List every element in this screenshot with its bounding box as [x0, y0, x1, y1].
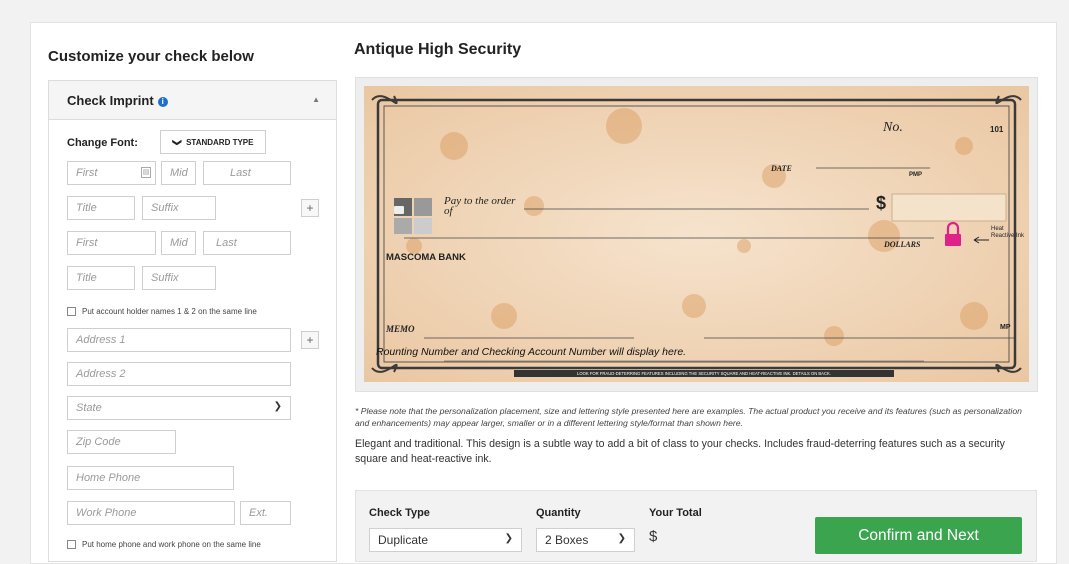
name1-suffix-input[interactable]: Suffix [142, 196, 216, 220]
check-design-title: Antique High Security [354, 41, 522, 58]
check-imprint-title: Check Imprint i [67, 93, 168, 108]
personalization-note: * Please note that the personalization p… [355, 406, 1022, 428]
check-number: 101 [990, 125, 1004, 134]
info-icon[interactable]: i [157, 97, 168, 107]
name2-last-input[interactable]: Last [203, 231, 291, 255]
check-imprint-header[interactable]: Check Imprint i ▲ [49, 81, 336, 120]
name1-title-input[interactable]: Title [67, 196, 135, 220]
name1-first-input[interactable]: First ▤ [67, 161, 156, 185]
check-preview: No. 101 DATE PMP Pay to the order of $ D… [355, 77, 1038, 392]
check-no-label: No. [883, 120, 903, 135]
name1-mid-input[interactable]: Mid [161, 161, 196, 185]
collapse-caret-icon[interactable]: ▲ [312, 95, 320, 104]
quantity-value: 2 Boxes [545, 533, 589, 547]
same-line-names-checkbox[interactable]: Put account holder names 1 & 2 on the sa… [67, 307, 257, 316]
name2-mid-input[interactable]: Mid [161, 231, 196, 255]
address1-input[interactable]: Address 1 [67, 328, 291, 352]
security-strip: LOOK FOR FRAUD-DETERRING FEATURES INCLUD… [577, 371, 831, 376]
add-name-icon[interactable]: + [301, 199, 319, 217]
name1-first-placeholder: First [76, 167, 98, 179]
bank-name: MASCOMA BANK [386, 252, 466, 263]
chevron-down-icon: ❯ [273, 401, 282, 412]
pay-to-label: Pay to the order of [444, 195, 516, 217]
check-type-select[interactable]: Duplicate ❯ [369, 528, 522, 552]
heat-reactive-label: Heat Reactive Ink [991, 226, 1025, 239]
quantity-label: Quantity [536, 507, 581, 519]
dollars-label: DOLLARS [884, 240, 921, 249]
work-phone-input[interactable]: Work Phone [67, 501, 235, 525]
checkbox-box[interactable] [67, 540, 76, 549]
name2-suffix-input[interactable]: Suffix [142, 266, 216, 290]
check-image: No. 101 DATE PMP Pay to the order of $ D… [364, 86, 1029, 382]
micr-line: Rounting Number and Checking Account Num… [376, 346, 687, 358]
name2-first-input[interactable]: First [67, 231, 156, 255]
total-value: $ [649, 528, 658, 545]
contact-card-icon[interactable]: ▤ [141, 167, 151, 178]
mp-mark: MP [1000, 324, 1011, 331]
same-line-phones-label: Put home phone and work phone on the sam… [82, 540, 261, 549]
date-mark: PMP [909, 172, 923, 178]
design-description: Elegant and traditional. This design is … [355, 438, 1005, 465]
change-font-label: Change Font: [67, 137, 138, 149]
font-value: STANDARD TYPE [186, 137, 254, 147]
name1-last-input[interactable]: Last [203, 161, 291, 185]
chevron-down-icon: ❯ [617, 533, 626, 544]
total-label: Your Total [649, 507, 702, 519]
check-type-value: Duplicate [378, 533, 429, 547]
customize-title: Customize your check below [48, 48, 254, 65]
date-label: DATE [771, 164, 792, 173]
check-imprint-label: Check Imprint [67, 93, 154, 108]
name2-title-input[interactable]: Title [67, 266, 135, 290]
quantity-select[interactable]: 2 Boxes ❯ [536, 528, 635, 552]
memo-label: MEMO [386, 324, 415, 334]
chevron-down-icon: ❯ [171, 138, 182, 146]
same-line-phones-checkbox[interactable]: Put home phone and work phone on the sam… [67, 540, 261, 549]
add-address-icon[interactable]: + [301, 331, 319, 349]
state-placeholder: State [76, 402, 102, 414]
check-type-label: Check Type [369, 507, 430, 519]
chevron-down-icon: ❯ [504, 533, 513, 544]
check-artwork [364, 86, 1029, 382]
dollar-sign: $ [876, 193, 887, 213]
font-select-button[interactable]: ❯ STANDARD TYPE [160, 130, 266, 154]
home-phone-input[interactable]: Home Phone [67, 466, 234, 490]
address2-input[interactable]: Address 2 [67, 362, 291, 386]
zip-input[interactable]: Zip Code [67, 430, 176, 454]
checkbox-box[interactable] [67, 307, 76, 316]
state-select[interactable]: State ❯ [67, 396, 291, 420]
ext-input[interactable]: Ext. [240, 501, 291, 525]
confirm-and-next-button[interactable]: Confirm and Next [815, 517, 1022, 554]
same-line-names-label: Put account holder names 1 & 2 on the sa… [82, 307, 257, 316]
